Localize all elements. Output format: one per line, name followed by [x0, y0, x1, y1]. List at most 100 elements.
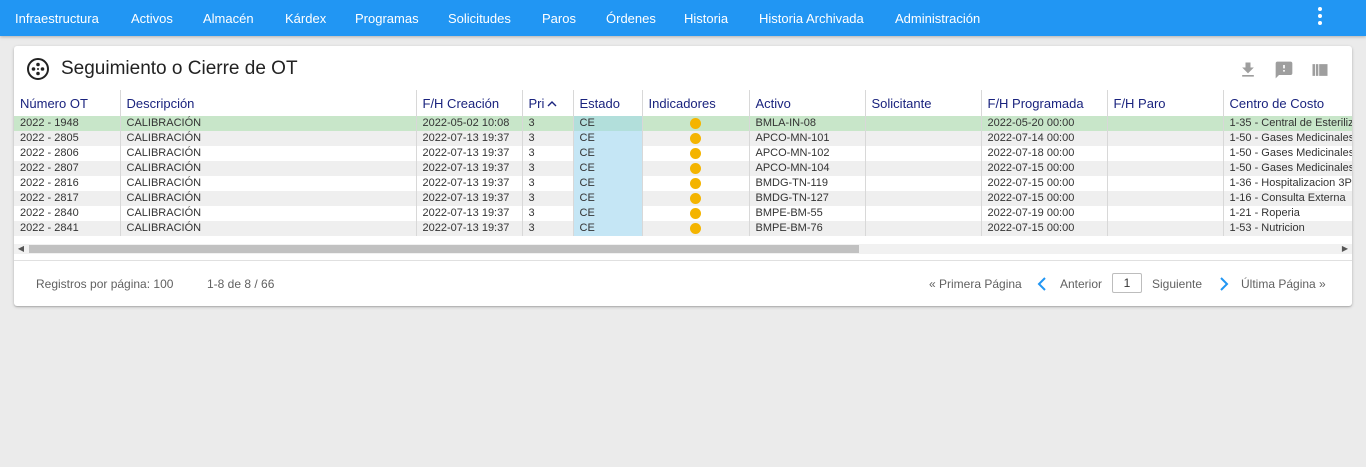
horizontal-scrollbar[interactable]: ◀ ▶ — [14, 244, 1352, 254]
nav-item-programas[interactable]: Programas — [355, 0, 419, 36]
cell-descripcion: CALIBRACIÓN — [120, 221, 417, 236]
work-order-card: Seguimiento o Cierre de OT Número OT Des… — [14, 46, 1352, 306]
nav-item-paros[interactable]: Paros — [542, 0, 576, 36]
cell-descripcion: CALIBRACIÓN — [120, 176, 417, 191]
nav-item-administracion[interactable]: Administración — [895, 0, 980, 36]
nav-item-solicitudes[interactable]: Solicitudes — [448, 0, 511, 36]
feedback-icon[interactable] — [1274, 60, 1294, 80]
column-header-pri-label: Pri — [528, 95, 545, 111]
cell-fh-programada: 2022-07-15 00:00 — [981, 191, 1108, 206]
previous-page-link[interactable]: Anterior — [1060, 277, 1102, 291]
scrollbar-thumb[interactable] — [29, 245, 859, 253]
cell-activo: APCO-MN-102 — [749, 146, 866, 161]
status-indicator-dot — [690, 162, 701, 174]
table-row[interactable]: 2022 - 1948 CALIBRACIÓN 2022-05-02 10:08 3 C… — [14, 116, 1352, 131]
chevron-right-icon[interactable] — [1218, 277, 1230, 291]
records-per-page[interactable]: Registros por página: 100 — [36, 277, 173, 291]
cell-pri: 3 — [522, 146, 574, 161]
cell-fh-paro — [1107, 146, 1224, 161]
cell-solicitante — [865, 116, 982, 131]
nav-item-almacen[interactable]: Almacén — [203, 0, 254, 36]
nav-item-kardex[interactable]: Kárdex — [285, 0, 326, 36]
cell-solicitante — [865, 206, 982, 221]
cell-estado: CE — [573, 116, 643, 131]
cell-indicadores — [642, 206, 750, 221]
table-row[interactable]: 2022 - 2807 CALIBRACIÓN 2022-07-13 19:37 3 C… — [14, 161, 1352, 176]
column-header-estado[interactable]: Estado — [573, 90, 643, 116]
table-row[interactable]: 2022 - 2805 CALIBRACIÓN 2022-07-13 19:37 3 C… — [14, 131, 1352, 146]
cell-indicadores — [642, 116, 750, 131]
more-vert-icon[interactable] — [1310, 6, 1330, 26]
column-header-centro-de-costo[interactable]: Centro de Costo — [1223, 90, 1352, 116]
column-header-descripcion[interactable]: Descripción — [120, 90, 417, 116]
column-header-fh-creacion[interactable]: F/H Creación — [416, 90, 523, 116]
cell-estado: CE — [573, 161, 643, 176]
cell-descripcion: CALIBRACIÓN — [120, 161, 417, 176]
column-header-activo[interactable]: Activo — [749, 90, 866, 116]
cell-fh-paro — [1107, 116, 1224, 131]
column-header-solicitante[interactable]: Solicitante — [865, 90, 982, 116]
status-indicator-dot — [690, 132, 701, 144]
cell-activo: APCO-MN-101 — [749, 131, 866, 146]
next-page-link[interactable]: Siguiente — [1152, 277, 1202, 291]
column-header-fh-programada[interactable]: F/H Programada — [981, 90, 1108, 116]
cell-solicitante — [865, 176, 982, 191]
table-row[interactable]: 2022 - 2841 CALIBRACIÓN 2022-07-13 19:37 3 C… — [14, 221, 1352, 236]
first-page-link[interactable]: « Primera Página — [929, 277, 1022, 291]
scroll-right-arrow-icon[interactable]: ▶ — [1340, 244, 1350, 254]
cell-centro-de-costo: 1-36 - Hospitalizacion 3P — [1223, 176, 1352, 191]
download-icon[interactable] — [1238, 60, 1258, 80]
cell-numero-ot: 2022 - 2816 — [14, 176, 121, 191]
cell-fh-programada: 2022-07-14 00:00 — [981, 131, 1108, 146]
cell-activo: BMDG-TN-119 — [749, 176, 866, 191]
nav-item-activos[interactable]: Activos — [131, 0, 173, 36]
cell-numero-ot: 2022 - 2807 — [14, 161, 121, 176]
cell-fh-programada: 2022-07-15 00:00 — [981, 161, 1108, 176]
table-row[interactable]: 2022 - 2816 CALIBRACIÓN 2022-07-13 19:37 3 C… — [14, 176, 1352, 191]
cell-fh-creacion: 2022-07-13 19:37 — [416, 206, 523, 221]
column-header-indicadores[interactable]: Indicadores — [642, 90, 750, 116]
cell-solicitante — [865, 221, 982, 236]
film-reel-icon — [27, 58, 49, 80]
cell-solicitante — [865, 131, 982, 146]
table-row[interactable]: 2022 - 2806 CALIBRACIÓN 2022-07-13 19:37 3 C… — [14, 146, 1352, 161]
cell-numero-ot: 2022 - 2841 — [14, 221, 121, 236]
nav-item-historia-archivada[interactable]: Historia Archivada — [759, 0, 864, 36]
cell-descripcion: CALIBRACIÓN — [120, 191, 417, 206]
column-header-pri[interactable]: Pri — [522, 90, 574, 116]
cell-centro-de-costo: 1-50 - Gases Medicinales — [1223, 131, 1352, 146]
top-navigation-bar: Infraestructura Activos Almacén Kárdex P… — [0, 0, 1366, 36]
cell-estado: CE — [573, 146, 643, 161]
nav-item-historia[interactable]: Historia — [684, 0, 728, 36]
cell-fh-paro — [1107, 221, 1224, 236]
table-row[interactable]: 2022 - 2817 CALIBRACIÓN 2022-07-13 19:37 3 C… — [14, 191, 1352, 206]
work-order-table-wrapper: Número OT Descripción F/H Creación Pri E… — [14, 90, 1352, 244]
table-row[interactable]: 2022 - 2840 CALIBRACIÓN 2022-07-13 19:37 3 C… — [14, 206, 1352, 221]
cell-pri: 3 — [522, 131, 574, 146]
last-page-link[interactable]: Última Página » — [1241, 277, 1326, 291]
cell-centro-de-costo: 1-53 - Nutricion — [1223, 221, 1352, 236]
status-indicator-dot — [690, 117, 701, 129]
cell-pri: 3 — [522, 161, 574, 176]
cell-fh-creacion: 2022-07-13 19:37 — [416, 191, 523, 206]
pagination-footer: Registros por página: 100 1-8 de 8 / 66 … — [14, 260, 1352, 306]
column-header-numero-ot[interactable]: Número OT — [14, 90, 121, 116]
nav-item-ordenes[interactable]: Órdenes — [606, 0, 656, 36]
cell-solicitante — [865, 191, 982, 206]
cell-numero-ot: 2022 - 2817 — [14, 191, 121, 206]
column-header-fh-paro[interactable]: F/H Paro — [1107, 90, 1224, 116]
cell-indicadores — [642, 176, 750, 191]
cell-pri: 3 — [522, 176, 574, 191]
cell-estado: CE — [573, 176, 643, 191]
nav-item-infraestructura[interactable]: Infraestructura — [15, 0, 99, 36]
cell-centro-de-costo: 1-35 - Central de Esterilizacion — [1223, 116, 1352, 131]
scroll-left-arrow-icon[interactable]: ◀ — [16, 244, 26, 254]
page-number-input[interactable] — [1112, 273, 1142, 293]
cell-fh-creacion: 2022-07-13 19:37 — [416, 131, 523, 146]
cell-activo: BMPE-BM-55 — [749, 206, 866, 221]
cell-pri: 3 — [522, 206, 574, 221]
view-columns-icon[interactable] — [1310, 60, 1330, 80]
chevron-left-icon[interactable] — [1036, 277, 1048, 291]
work-order-table: Número OT Descripción F/H Creación Pri E… — [14, 90, 1352, 236]
cell-fh-programada: 2022-07-15 00:00 — [981, 221, 1108, 236]
